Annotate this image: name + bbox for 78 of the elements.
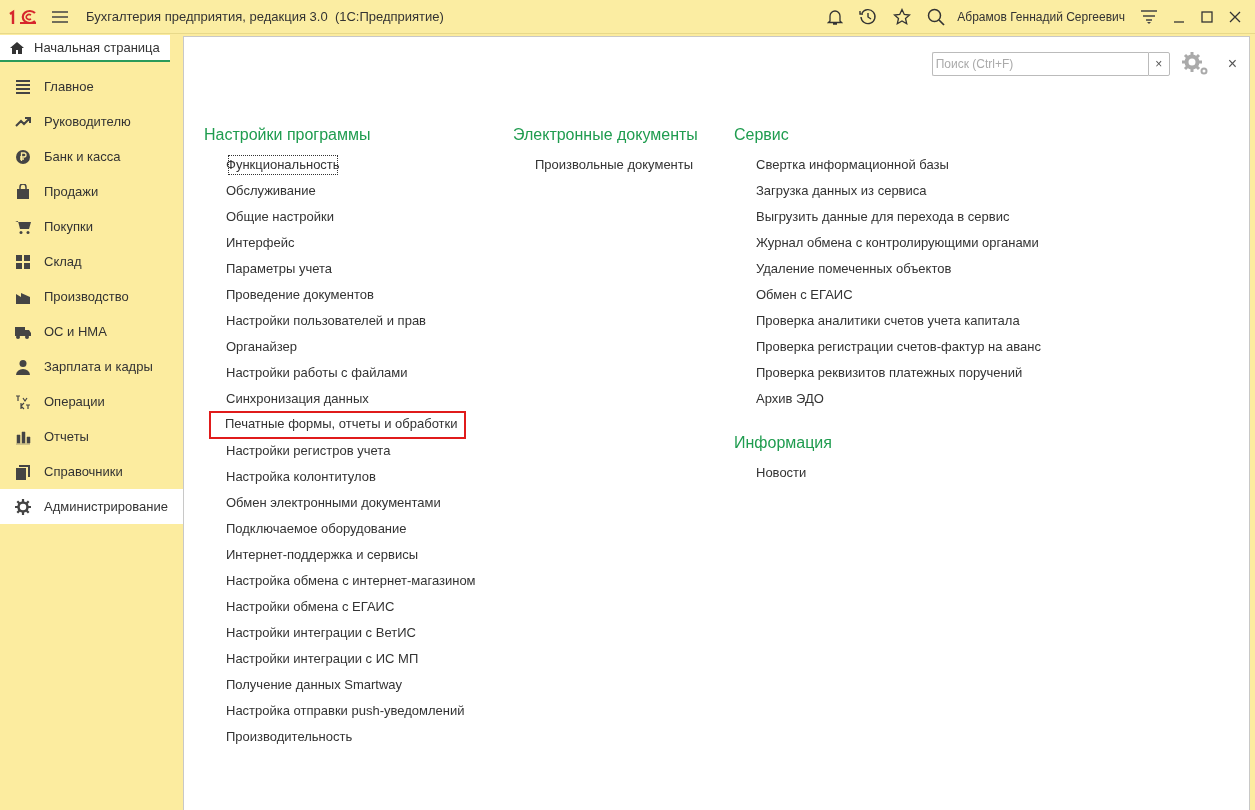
sidebar-item[interactable]: Администрирование xyxy=(0,489,183,524)
filter-menu-icon[interactable] xyxy=(1141,9,1157,24)
person-icon xyxy=(15,358,31,375)
settings-link[interactable]: Интернет-поддержка и сервисы xyxy=(225,542,420,568)
settings-link[interactable]: Настройки обмена с ЕГАИС xyxy=(225,594,396,620)
settings-link[interactable]: Настройки работы с файлами xyxy=(225,360,409,386)
grid-icon xyxy=(15,253,31,270)
settings-link[interactable]: Настройки интеграции с ВетИС xyxy=(225,620,417,646)
settings-link[interactable]: Проведение документов xyxy=(225,282,375,308)
cart-icon xyxy=(15,218,31,235)
sidebar-item[interactable]: Покупки xyxy=(0,209,183,244)
sidebar-item[interactable]: Операции xyxy=(0,384,183,419)
settings-link[interactable]: Архив ЭДО xyxy=(755,386,825,412)
list-icon xyxy=(15,78,31,95)
settings-link[interactable]: Произвольные документы xyxy=(534,152,695,178)
settings-link[interactable]: Журнал обмена с контролирующими органами xyxy=(755,230,1040,256)
settings-link[interactable]: Проверка регистрации счетов-фактур на аванс xyxy=(755,334,1042,360)
ruble-icon xyxy=(15,148,31,165)
search-icon[interactable] xyxy=(927,7,946,26)
section-heading: Настройки программы xyxy=(204,125,371,145)
settings-link[interactable]: Настройки интеграции с ИС МП xyxy=(225,646,420,672)
clear-button[interactable]: × xyxy=(1147,52,1170,76)
sidebar-item[interactable]: Отчеты xyxy=(0,419,183,454)
section-heading: Электронные документы xyxy=(513,125,698,145)
settings-link[interactable]: Обслуживание xyxy=(225,178,317,204)
settings-link[interactable]: Проверка аналитики счетов учета капитала xyxy=(755,308,1021,334)
search-field[interactable]: Поиск (Ctrl+F) xyxy=(931,52,1148,76)
dt-kt-icon xyxy=(15,393,31,410)
sidebar-item[interactable]: ОС и НМА xyxy=(0,314,183,349)
sidebar-item[interactable]: Главное xyxy=(0,69,183,104)
gear-icon xyxy=(15,498,31,515)
history-icon[interactable] xyxy=(859,7,878,26)
star-icon[interactable] xyxy=(893,7,912,26)
bag-icon xyxy=(15,183,31,200)
section-heading: Сервис xyxy=(734,125,789,145)
menu-icon[interactable] xyxy=(52,10,68,23)
logo-icon xyxy=(8,8,38,25)
settings-link[interactable]: Получение данных Smartway xyxy=(225,672,404,698)
settings-link[interactable]: Подключаемое оборудование xyxy=(225,516,408,542)
settings-link[interactable]: Производительность xyxy=(225,724,354,750)
settings-link[interactable]: Параметры учета xyxy=(225,256,334,282)
settings-link[interactable]: Общие настройки xyxy=(225,204,335,230)
settings-link[interactable]: Выгрузить данные для перехода в сервис xyxy=(755,204,1011,230)
sidebar-item[interactable]: Продажи xyxy=(0,174,183,209)
books-icon xyxy=(15,463,31,480)
settings-link[interactable]: Настройка отправки push-уведомлений xyxy=(225,698,466,724)
settings-link[interactable]: Свертка информационной базы xyxy=(755,152,950,178)
home-icon xyxy=(10,41,24,54)
sidebar-item[interactable]: Банк и касса xyxy=(0,139,183,174)
settings-link[interactable]: Интерфейс xyxy=(225,230,296,256)
maximize-icon[interactable] xyxy=(1201,10,1213,23)
settings-link[interactable]: Новости xyxy=(755,460,808,486)
settings-link[interactable]: Функциональность xyxy=(225,152,341,178)
sidebar-item[interactable]: Склад xyxy=(0,244,183,279)
user-name[interactable]: Абрамов Геннадий Сергеевич xyxy=(957,9,1125,24)
settings-link[interactable]: Проверка реквизитов платежных поручений xyxy=(755,360,1024,386)
section-heading: Информация xyxy=(734,433,832,453)
home-tab[interactable]: Начальная страница xyxy=(0,35,170,62)
settings-link[interactable]: Настройка обмена с интернет-магазином xyxy=(225,568,477,594)
settings-link[interactable]: Настройки регистров учета xyxy=(225,438,392,464)
settings-link[interactable]: Настройка колонтитулов xyxy=(225,464,377,490)
bell-icon[interactable] xyxy=(827,7,844,26)
close-button[interactable]: × xyxy=(1221,55,1237,73)
settings-link[interactable]: Удаление помеченных объектов xyxy=(755,256,953,282)
settings-link[interactable]: Обмен с ЕГАИС xyxy=(755,282,854,308)
settings-link[interactable]: Печатные формы, отчеты и обработки xyxy=(209,411,466,439)
settings-link[interactable]: Синхронизация данных xyxy=(225,386,370,412)
settings-link[interactable]: Обмен электронными документами xyxy=(225,490,442,516)
sidebar-item[interactable]: Производство xyxy=(0,279,183,314)
sidebar-item[interactable]: Руководителю xyxy=(0,104,183,139)
sidebar-item[interactable]: Справочники xyxy=(0,454,183,489)
settings-link[interactable]: Настройки пользователей и прав xyxy=(225,308,428,334)
sidebar-item[interactable]: Зарплата и кадры xyxy=(0,349,183,384)
bar-chart-icon xyxy=(15,428,31,445)
settings-link[interactable]: Загрузка данных из сервиса xyxy=(755,178,928,204)
window-title: Бухгалтерия предприятия, редакция 3.0 (1С:Предприятие) xyxy=(86,9,444,24)
settings-link[interactable]: Органайзер xyxy=(225,334,298,360)
close-icon[interactable] xyxy=(1229,10,1241,23)
